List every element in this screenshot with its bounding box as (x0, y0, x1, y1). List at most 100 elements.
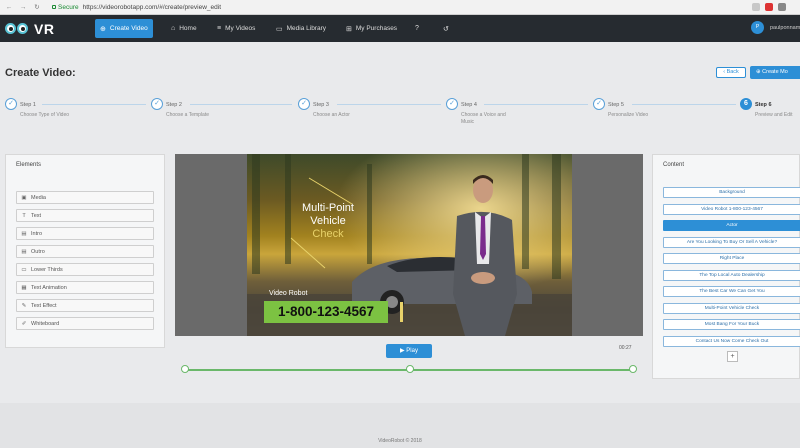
content-item-vehicle-check[interactable]: Multi-Point Vehicle Check (663, 303, 800, 314)
content-item-most-bang[interactable]: Most Bang For Your Buck (663, 319, 800, 330)
nav-label: My Videos (225, 25, 256, 32)
step-connector (190, 104, 292, 105)
content-panel-title: Content (663, 162, 685, 168)
video-preview-frame[interactable]: Multi-Point Vehicle Check Video Robot 1-… (247, 154, 572, 336)
nav-refresh[interactable]: ↺ (438, 19, 454, 38)
step-4-check-icon[interactable]: ✓ (446, 98, 458, 110)
step-3-check-icon[interactable]: ✓ (298, 98, 310, 110)
nav-label: Home (179, 25, 197, 32)
step-1-desc: Choose Type of Video (20, 112, 70, 118)
step-6-label[interactable]: Step 6 (755, 102, 772, 108)
elements-panel-title: Elements (16, 162, 42, 168)
element-label: Whiteboard (31, 320, 60, 327)
refresh-icon: ↺ (443, 25, 449, 33)
element-media[interactable]: ▣ Media (16, 191, 154, 204)
forward-arrow-icon[interactable]: → (18, 4, 28, 11)
extension-icon[interactable] (765, 3, 773, 11)
step-connector (484, 104, 588, 105)
element-outro[interactable]: ▤ Outro (16, 245, 154, 258)
list-icon: ≡ (217, 25, 222, 32)
menu-icon[interactable] (778, 3, 786, 11)
bookmark-star-icon[interactable] (752, 3, 760, 11)
reload-icon[interactable]: ↻ (32, 3, 42, 11)
plus-circle-icon: ⊕ (100, 25, 106, 33)
help-icon: ? (415, 25, 419, 32)
banner-accent (400, 302, 403, 322)
content-item-right-place[interactable]: Right Place (663, 253, 800, 264)
add-content-button[interactable]: + (727, 351, 738, 362)
content-item-background[interactable]: Background (663, 187, 800, 198)
element-label: Lower Thirds (31, 266, 63, 273)
play-button[interactable]: ▶ Play (386, 344, 432, 358)
element-text-effect[interactable]: ✎ Text Effect (16, 299, 154, 312)
app-logo[interactable]: VR (4, 18, 54, 39)
step-2-label[interactable]: Step 2 (166, 102, 182, 108)
element-label: Media (31, 194, 46, 201)
timeline-playhead[interactable] (406, 365, 414, 373)
timeline-end-handle[interactable] (629, 365, 637, 373)
pencil-icon: ✎ (21, 302, 27, 309)
element-label: Intro (31, 230, 43, 237)
lock-icon (52, 5, 56, 9)
avatar[interactable]: P (751, 21, 764, 34)
image-icon: ▣ (21, 194, 27, 201)
home-icon: ⌂ (171, 25, 176, 32)
page-title: Create Video: (5, 67, 76, 79)
content-item-contact-us[interactable]: Contact Us Now Come Check Out (663, 336, 800, 347)
step-connector (337, 104, 441, 105)
timeline-start-handle[interactable] (181, 365, 189, 373)
content-item-best-car[interactable]: The Best Car We Can Get You (663, 286, 800, 297)
back-label: Back (726, 69, 739, 75)
step-4-label[interactable]: Step 4 (461, 102, 477, 108)
create-label: Create Mo (762, 69, 788, 75)
step-1-label[interactable]: Step 1 (20, 102, 36, 108)
step-6-desc: Preview and Edit (755, 112, 793, 118)
step-6-number[interactable]: 6 (740, 98, 752, 110)
phone-number-banner[interactable]: 1-800-123-4567 (264, 301, 388, 323)
film-icon: ▤ (21, 230, 27, 237)
step-connector (42, 104, 146, 105)
create-movie-button[interactable]: ⊕ Create Mo (750, 66, 800, 79)
back-button[interactable]: ‹ Back (716, 67, 746, 78)
element-whiteboard[interactable]: ✐ Whiteboard (16, 317, 154, 330)
timecode: 00:27 (619, 345, 632, 351)
address-bar[interactable]: https://videorobotapp.com/#/create/previ… (83, 4, 221, 11)
element-lower-thirds[interactable]: ▭ Lower Thirds (16, 263, 154, 276)
step-3-desc: Choose an Actor (313, 112, 350, 118)
nav-home[interactable]: ⌂ Home (166, 19, 202, 38)
content-item-video-robot[interactable]: Video Robot 1-800-123-4567 (663, 204, 800, 215)
element-text[interactable]: T Text (16, 209, 154, 222)
step-1-check-icon[interactable]: ✓ (5, 98, 17, 110)
step-5-desc: Personalize Video (608, 112, 649, 118)
nav-label: Media Library (286, 25, 327, 32)
element-label: Text (31, 212, 42, 219)
nav-my-purchases[interactable]: ⊞ My Purchases (341, 19, 402, 38)
nav-create-video[interactable]: ⊕ Create Video (95, 19, 153, 38)
nav-my-videos[interactable]: ≡ My Videos (212, 19, 260, 38)
content-item-looking-to-buy[interactable]: Are You Looking To Buy Or Sell A Vehicle… (663, 237, 800, 248)
step-3-label[interactable]: Step 3 (313, 102, 329, 108)
step-5-check-icon[interactable]: ✓ (593, 98, 605, 110)
headline-text[interactable]: Multi-Point Vehicle Check (283, 202, 373, 241)
step-2-desc: Choose a Template (166, 112, 209, 118)
element-intro[interactable]: ▤ Intro (16, 227, 154, 240)
nav-help[interactable]: ? (410, 19, 424, 38)
step-5-label[interactable]: Step 5 (608, 102, 624, 108)
step-2-check-icon[interactable]: ✓ (151, 98, 163, 110)
element-text-animation[interactable]: ▦ Text Animation (16, 281, 154, 294)
nav-label: My Purchases (355, 25, 398, 32)
lower-third-label[interactable]: Video Robot (269, 290, 307, 297)
text-icon: T (22, 212, 26, 219)
back-arrow-icon[interactable]: ← (4, 4, 14, 11)
secure-indicator[interactable]: Secure (52, 4, 79, 11)
element-label: Text Effect (31, 302, 57, 309)
monitor-icon: ▭ (21, 266, 27, 273)
username[interactable]: paulponnam (770, 25, 800, 31)
content-item-actor[interactable]: Actor (663, 220, 800, 231)
content-item-top-dealership[interactable]: The Top Local Auto Dealership (663, 270, 800, 281)
nav-label: Create Video (109, 25, 148, 32)
nav-media-library[interactable]: ▭ Media Library (271, 19, 331, 38)
play-label: Play (406, 348, 418, 354)
folder-icon: ▭ (276, 25, 283, 33)
text-animation-icon: ▦ (21, 284, 27, 291)
